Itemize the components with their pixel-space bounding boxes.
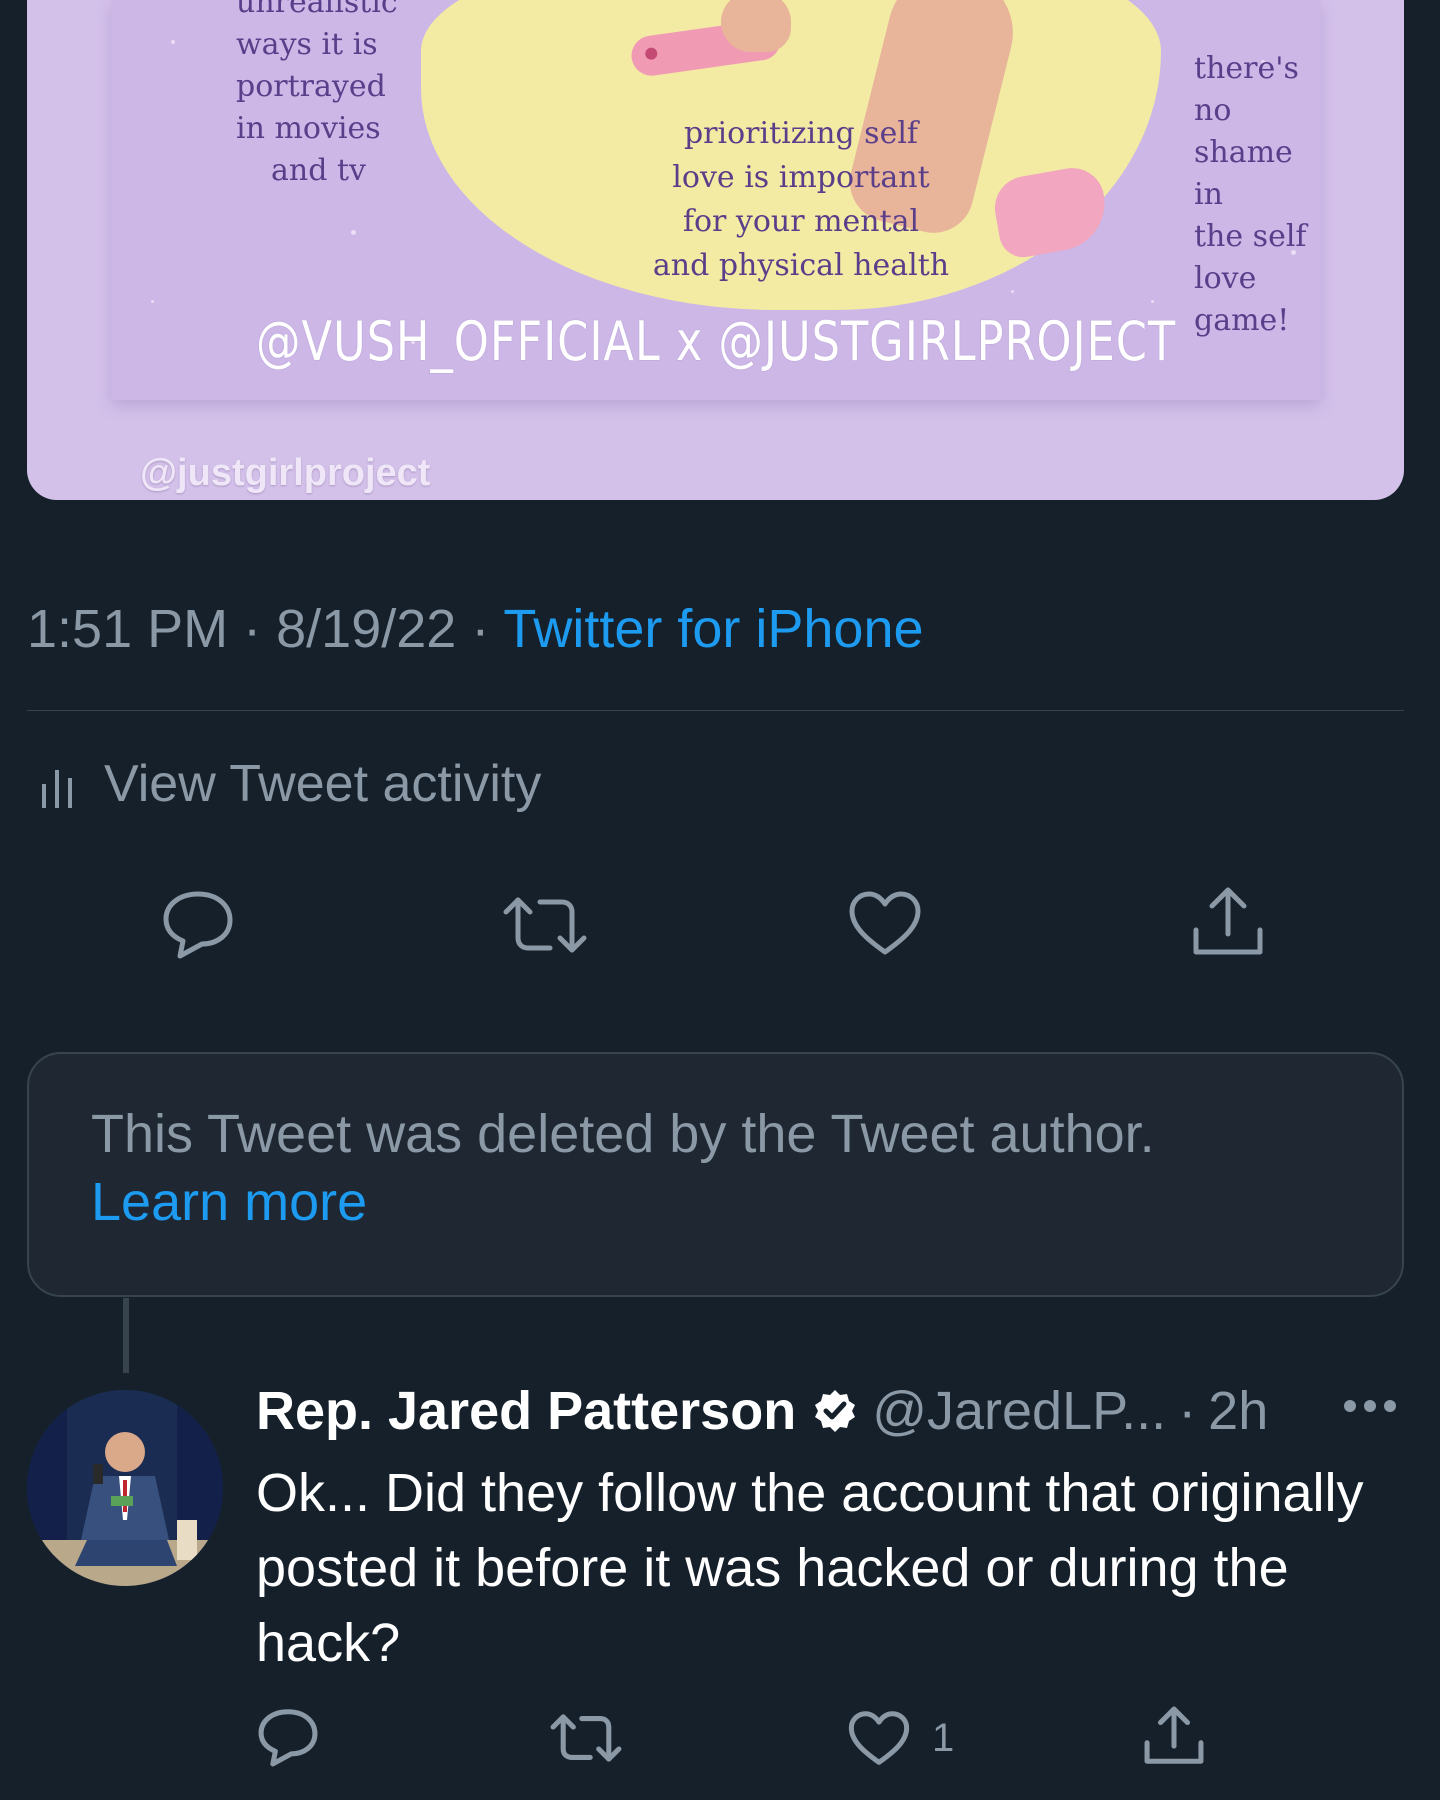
reply-icon (163, 891, 233, 959)
reply-icon (258, 1709, 318, 1767)
deleted-tweet-notice: This Tweet was deleted by the Tweet auth… (27, 1052, 1404, 1297)
reply-like-button[interactable]: 1 (848, 1710, 954, 1766)
share-button[interactable] (1190, 884, 1266, 960)
meta-separator: · (471, 599, 490, 659)
like-button[interactable] (848, 890, 922, 956)
heart-icon (848, 1711, 910, 1765)
divider (27, 710, 1404, 711)
tweet-timestamp-line: 1:51 PM · 8/19/22 · Twitter for iPhone (27, 598, 924, 660)
meta-separator: · (243, 599, 262, 659)
share-icon (1193, 887, 1263, 955)
heart-icon (849, 891, 921, 955)
image-watermark: @justgirlproject (140, 452, 431, 494)
more-dots-icon (1344, 1400, 1396, 1412)
thread-connector-line (123, 1298, 129, 1373)
header-separator: · (1178, 1381, 1197, 1441)
illustration-poster: unrealistic ways it is portrayed in movi… (111, 0, 1321, 400)
reply-author-name[interactable]: Rep. Jared Patterson (256, 1380, 796, 1442)
poster-left-caption: unrealistic ways it is portrayed in movi… (236, 0, 398, 188)
retweet-icon (550, 1714, 622, 1762)
more-options-button[interactable] (1342, 1398, 1398, 1419)
reply-author-handle[interactable]: @JaredLP... (872, 1380, 1166, 1442)
share-icon (1144, 1706, 1204, 1764)
avatar[interactable] (27, 1390, 223, 1586)
reply-header: Rep. Jared Patterson @JaredLP... · 2h (256, 1380, 1268, 1442)
retweet-button[interactable] (500, 892, 590, 958)
reply-share-button[interactable] (1142, 1704, 1206, 1768)
view-tweet-activity-button[interactable]: View Tweet activity (40, 754, 541, 814)
reply-age: 2h (1208, 1381, 1269, 1441)
reply-button[interactable] (160, 888, 236, 960)
tweet-media-image[interactable]: unrealistic ways it is portrayed in movi… (27, 0, 1404, 500)
learn-more-link[interactable]: Learn more (91, 1168, 1340, 1236)
tweet-time: 1:51 PM (27, 599, 229, 659)
tweet-date: 8/19/22 (276, 599, 457, 659)
reply-body-text: Ok... Did they follow the account that o… (256, 1463, 1364, 1673)
analytics-icon (42, 770, 72, 808)
tweet-source-link[interactable]: Twitter for iPhone (503, 599, 923, 659)
view-tweet-activity-label: View Tweet activity (104, 755, 542, 813)
poster-middle-caption: prioritizing self love is important for … (652, 116, 950, 283)
poster-footer-handles: @VUSH_OFFICIAL x @JUSTGIRLPROJECT (255, 310, 1177, 373)
retweet-icon (503, 897, 587, 953)
reply-retweet-button[interactable] (548, 1710, 624, 1766)
illustrated-hand (721, 0, 791, 52)
poster-right-caption: there's no shame in the self love game! (1194, 51, 1307, 338)
reply-like-count: 1 (932, 1715, 955, 1760)
verified-badge-icon (815, 1390, 856, 1432)
reply-reply-button[interactable] (256, 1706, 320, 1768)
deleted-notice-text: This Tweet was deleted by the Tweet auth… (91, 1104, 1155, 1164)
